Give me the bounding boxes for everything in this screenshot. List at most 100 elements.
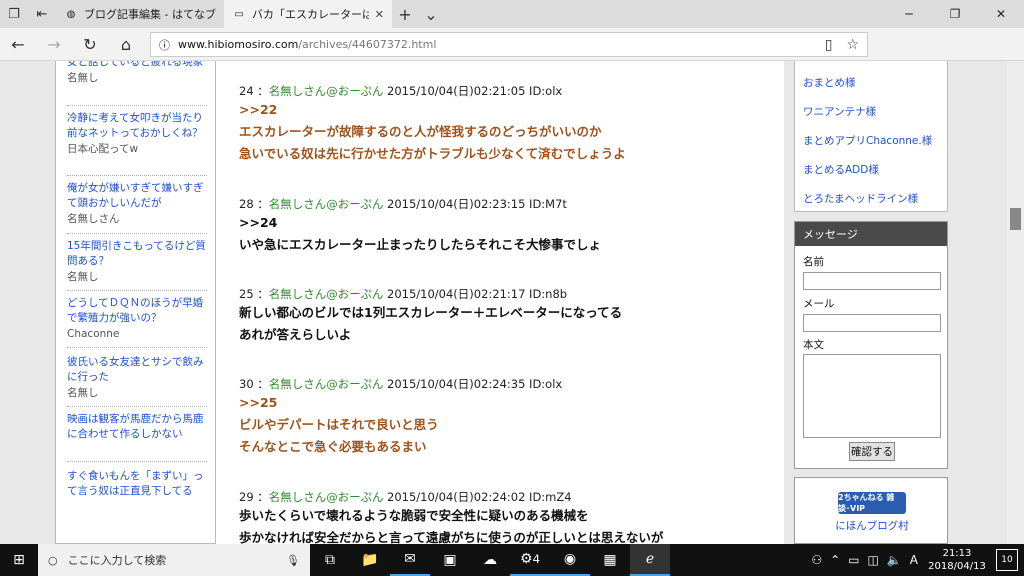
file-explorer-icon[interactable]: 📁 [350, 544, 390, 576]
volume-icon[interactable]: 🔈 [887, 553, 902, 567]
post-number: 30 [239, 377, 254, 391]
post-line: そんなとこで急ぐ必要もあるまい [239, 439, 427, 454]
post-number: 28 [239, 197, 254, 211]
post-header: 28 ：名無しさん@おーぷん 2015/10/04(日)02:23:15 ID:… [239, 197, 567, 211]
article-link[interactable]: 彼氏いる女友達とサシで飲みに行った [67, 355, 207, 385]
close-icon[interactable]: ✕ [978, 0, 1024, 28]
close-tab-icon[interactable]: ✕ [375, 8, 384, 21]
info-icon[interactable]: ⓘ [159, 37, 170, 53]
network-icon[interactable]: ◫ [867, 553, 878, 567]
mail-field[interactable] [803, 314, 941, 332]
confirm-button[interactable]: 確認する [849, 442, 895, 461]
restore-icon[interactable]: ❐ [932, 0, 978, 28]
forward-icon[interactable]: → [36, 28, 72, 61]
favorite-star-icon[interactable]: ☆ [846, 37, 859, 53]
tab-actions-icon[interactable]: ❐ [0, 0, 28, 28]
post-line: >>24 [239, 215, 278, 230]
blogmura-link[interactable]: にほんブログ村 [795, 518, 949, 533]
list-item[interactable]: 俺が女が嫌いすぎて嫌いすぎて頭おかしいんだが 名無しさん [67, 181, 207, 227]
poster-name: 名無しさん@おーぷん [268, 287, 384, 301]
chrome-icon[interactable]: ◉ [550, 544, 590, 576]
divider [67, 347, 207, 348]
page-viewport: 女と話していると疲れる現象 名無し 冷静に考えて女叩きが当たり前なネットっておかし… [0, 61, 1024, 544]
excel-icon[interactable]: ▦ [590, 544, 630, 576]
article-link[interactable]: すぐ食いもんを「まずい」って言う奴は正直見下してる [67, 469, 207, 499]
article-link[interactable]: 冷静に考えて女叩きが当たり前なネットっておかしくね？ [67, 111, 207, 141]
post-date: 2015/10/04(日)02:24:02 ID:mZ4 [387, 490, 572, 504]
back-icon[interactable]: ← [0, 28, 36, 61]
article-link[interactable]: 女と話していると疲れる現象 [67, 61, 207, 70]
clock-date: 2018/04/13 [928, 561, 986, 572]
antenna-link[interactable]: ワニアンテナ様 [803, 104, 876, 119]
taskbar-search[interactable]: ○ ここに入力して検索 🎙 [38, 544, 310, 576]
comment-post: 29 ：名無しさん@おーぷん 2015/10/04(日)02:24:02 ID:… [239, 489, 779, 544]
tab-current[interactable]: ▭ バカ「エスカレーターは歩くな ✕ [224, 0, 392, 28]
post-date: 2015/10/04(日)02:24:35 ID:olx [387, 377, 563, 391]
cortana-icon: ○ [48, 553, 58, 567]
post-header: 30 ：名無しさん@おーぷん 2015/10/04(日)02:24:35 ID:… [239, 377, 563, 391]
tab-bar: ❐ ⇤ ◍ ブログ記事編集 - はてなブログ ▭ バカ「エスカレーターは歩くな … [0, 0, 1024, 28]
divider [67, 105, 207, 106]
mail-app-icon[interactable]: ✉ [390, 544, 430, 576]
antenna-link[interactable]: まとめるADD様 [803, 162, 879, 177]
article-body: 24 ：名無しさん@おーぷん 2015/10/04(日)02:21:05 ID:… [216, 61, 784, 544]
mail-label: メール [803, 298, 835, 310]
poster-name: 名無しさん@おーぷん [268, 84, 384, 98]
message-form-title: メッセージ [795, 222, 947, 246]
post-header: 25 ：名無しさん@おーぷん 2015/10/04(日)02:21:17 ID:… [239, 287, 568, 301]
clock[interactable]: 21:13 2018/04/13 [926, 547, 988, 573]
windows-start-icon[interactable]: ⊞ [0, 544, 38, 576]
body-textarea[interactable] [803, 354, 941, 438]
article-link[interactable]: 映画は観客が馬鹿だから馬鹿に合わせて作るしかない [67, 412, 207, 442]
tab-list-chevron-icon[interactable]: ⌄ [418, 5, 444, 24]
tab-back-icon[interactable]: ⇤ [28, 0, 56, 28]
blogmura-banner[interactable]: 2ちゃんねる 雑談･VIP [838, 492, 906, 514]
article-link[interactable]: 俺が女が嫌いすぎて嫌いすぎて頭おかしいんだが [67, 181, 207, 211]
people-icon[interactable]: ⚇ [811, 553, 822, 567]
store-icon[interactable]: ▣ [430, 544, 470, 576]
chevron-up-icon[interactable]: ⌃ [830, 553, 840, 567]
comment-post: 25 ：名無しさん@おーぷん 2015/10/04(日)02:21:17 ID:… [239, 286, 779, 346]
list-item[interactable]: 冷静に考えて女叩きが当たり前なネットっておかしくね？ 日本心配ってw [67, 111, 207, 157]
list-item[interactable]: 15年間引きこもってるけど質問ある？ 名無し [67, 239, 207, 285]
system-tray: ⚇ ⌃ ▭ ◫ 🔈 A 21:13 2018/04/13 10 [811, 547, 1024, 573]
comment-post: 24 ：名無しさん@おーぷん 2015/10/04(日)02:21:05 ID:… [239, 83, 779, 165]
tab-hatena[interactable]: ◍ ブログ記事編集 - はてなブログ [56, 0, 224, 28]
antenna-link[interactable]: おまとめ様 [803, 75, 856, 90]
list-item[interactable]: 女と話していると疲れる現象 名無し [67, 61, 207, 86]
antenna-link[interactable]: とろたまヘッドライン様 [803, 191, 918, 206]
list-item[interactable]: 彼氏いる女友達とサシで飲みに行った 名無し [67, 355, 207, 401]
ime-icon[interactable]: A [910, 553, 918, 567]
comment-post: 30 ：名無しさん@おーぷん 2015/10/04(日)02:24:35 ID:… [239, 376, 779, 458]
task-view-icon[interactable]: ⧉ [310, 544, 350, 576]
refresh-icon[interactable]: ↻ [72, 28, 108, 61]
antenna-link[interactable]: まとめアプリChaconne.様 [803, 133, 932, 148]
article-source: 名無し [67, 271, 99, 283]
new-tab-icon[interactable]: + [392, 5, 418, 24]
list-item[interactable]: どうしてＤＱＮのほうが早婚で繁殖力が強いの？ Chaconne [67, 296, 207, 342]
home-icon[interactable]: ⌂ [108, 28, 144, 61]
minimize-icon[interactable]: ─ [886, 0, 932, 28]
list-item[interactable]: すぐ食いもんを「まずい」って言う奴は正直見下してる [67, 469, 207, 499]
scrollbar[interactable] [1007, 61, 1024, 544]
article-link[interactable]: どうしてＤＱＮのほうが早婚で繁殖力が強いの？ [67, 296, 207, 326]
notification-icon[interactable]: 10 [996, 549, 1018, 571]
name-field[interactable] [803, 272, 941, 290]
post-line: 歩いたくらいで壊れるような脆弱で安全性に疑いのある機械を [239, 508, 589, 523]
steam-icon[interactable]: ⚙ 4 [510, 544, 550, 576]
article-source: 日本心配ってw [67, 143, 139, 155]
url-field[interactable]: ⓘ www.hibiomosiro.com/archives/44607372.… [150, 32, 868, 57]
post-line: エスカレーターが故障するのと人が怪我するのどっちがいいのか [239, 124, 602, 139]
battery-icon[interactable]: ▭ [848, 553, 859, 567]
post-line: >>22 [239, 102, 278, 117]
post-number: 25 [239, 287, 254, 301]
microphone-icon[interactable]: 🎙 [286, 554, 310, 567]
divider [67, 233, 207, 234]
edge-icon[interactable]: ℯ [630, 544, 670, 576]
article-link[interactable]: 15年間引きこもってるけど質問ある？ [67, 239, 207, 269]
list-item[interactable]: 映画は観客が馬鹿だから馬鹿に合わせて作るしかない [67, 412, 207, 442]
onedrive-icon[interactable]: ☁ [470, 544, 510, 576]
url-domain: www.hibiomosiro.com [178, 38, 299, 51]
scrollbar-thumb[interactable] [1010, 208, 1021, 230]
reading-view-icon[interactable]: ▯ [825, 37, 833, 53]
